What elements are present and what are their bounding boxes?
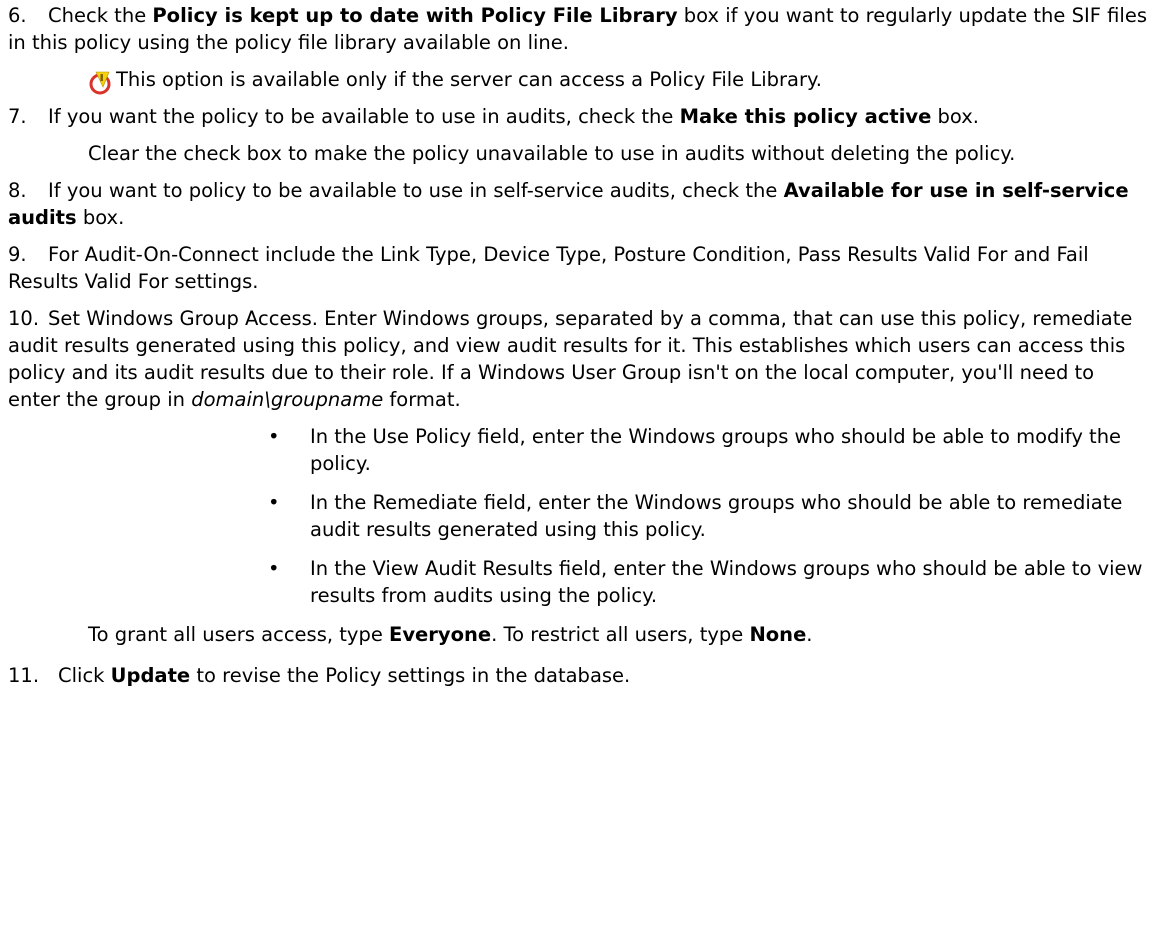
help-document: 6. Check the Policy is kept up to date wi… [0,0,1159,689]
access-instructions: To grant all users access, type Everyone… [88,623,813,646]
list-item: • In the Remediate field, enter the Windo… [268,491,1123,541]
note: This option is available only if the ser… [88,66,1151,94]
step-9: 9. For Audit-On-Connect include the Link … [8,243,1089,293]
group-field-list: • In the Use Policy field, enter the Wind… [8,423,1151,609]
button-reference: Update [110,664,191,687]
step-10: 10. Set Windows Group Access. Enter Windo… [8,307,1133,411]
step-11: 11. Click Update to revise the Policy set… [8,664,631,687]
keyword-none: None [749,623,807,646]
format-example: domain\groupname [191,388,384,411]
step-number: 6. [8,4,27,27]
step-8: 8. If you want to policy to be available … [8,179,1129,229]
note-text: This option is available only if the ser… [116,68,822,91]
list-item: • In the Use Policy field, enter the Wind… [268,425,1122,475]
keyword-everyone: Everyone [389,623,492,646]
step-number: 7. [8,105,27,128]
bullet-icon: • [268,557,280,580]
bullet-icon: • [268,425,280,448]
step-number: 8. [8,179,27,202]
caution-icon [89,71,111,94]
step-number: 9. [8,243,27,266]
step-7: 7. If you want the policy to be available… [8,105,979,128]
step-7-detail: Clear the check box to make the policy u… [88,142,1016,165]
step-6: 6. Check the Policy is kept up to date wi… [8,4,1148,54]
step-number: 11. [8,664,40,687]
option-name: Make this policy active [679,105,932,128]
bullet-icon: • [268,491,280,514]
option-name: Policy is kept up to date with Policy Fi… [152,4,678,27]
list-item: • In the View Audit Results field, enter … [268,557,1143,607]
step-number: 10. [8,307,40,330]
